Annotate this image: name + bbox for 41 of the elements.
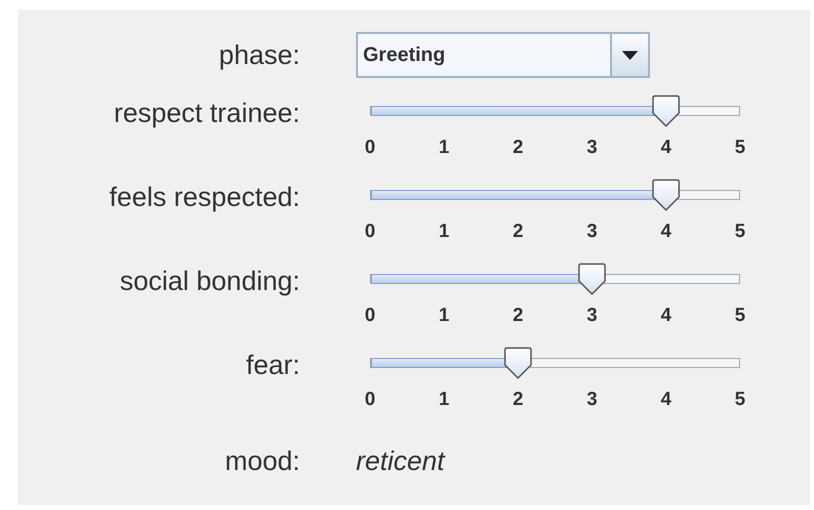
tick-label: 2 [512, 306, 524, 324]
tick-label: 2 [512, 138, 524, 156]
slider[interactable] [370, 262, 740, 296]
tick-label: 0 [364, 390, 376, 408]
mood-value: reticent [356, 448, 445, 475]
tick-label: 4 [660, 306, 672, 324]
slider-thumb[interactable] [652, 95, 680, 127]
slider-label: fear: [244, 348, 300, 382]
tick-label: 3 [586, 306, 598, 324]
tick-label: 1 [438, 390, 450, 408]
slider[interactable] [370, 346, 740, 380]
slider-label: respect trainee: [112, 96, 300, 130]
slider-label: social bonding: [118, 264, 300, 298]
tick-label: 1 [438, 306, 450, 324]
slider-thumb[interactable] [652, 179, 680, 211]
tick-label: 5 [734, 306, 746, 324]
tick-label: 4 [660, 138, 672, 156]
phase-label: phase: [218, 42, 300, 68]
tick-label: 2 [512, 222, 524, 240]
tick-label: 1 [438, 138, 450, 156]
caret-icon [622, 50, 638, 60]
slider-label: feels respected: [108, 180, 300, 214]
tick-label: 4 [660, 222, 672, 240]
tick-label: 0 [364, 222, 376, 240]
mood-label: mood: [224, 448, 300, 475]
tick-label: 0 [364, 306, 376, 324]
slider[interactable] [370, 94, 740, 128]
tick-label: 0 [364, 138, 376, 156]
tick-label: 1 [438, 222, 450, 240]
slider[interactable] [370, 178, 740, 212]
tick-label: 3 [586, 390, 598, 408]
slider-thumb[interactable] [578, 263, 606, 295]
slider-thumb[interactable] [504, 347, 532, 379]
tick-label: 3 [586, 138, 598, 156]
tick-label: 2 [512, 390, 524, 408]
tick-label: 5 [734, 138, 746, 156]
tick-label: 5 [734, 390, 746, 408]
tick-label: 5 [734, 222, 746, 240]
tick-label: 4 [660, 390, 672, 408]
tick-label: 3 [586, 222, 598, 240]
phase-dropdown[interactable]: Greeting [356, 32, 650, 78]
